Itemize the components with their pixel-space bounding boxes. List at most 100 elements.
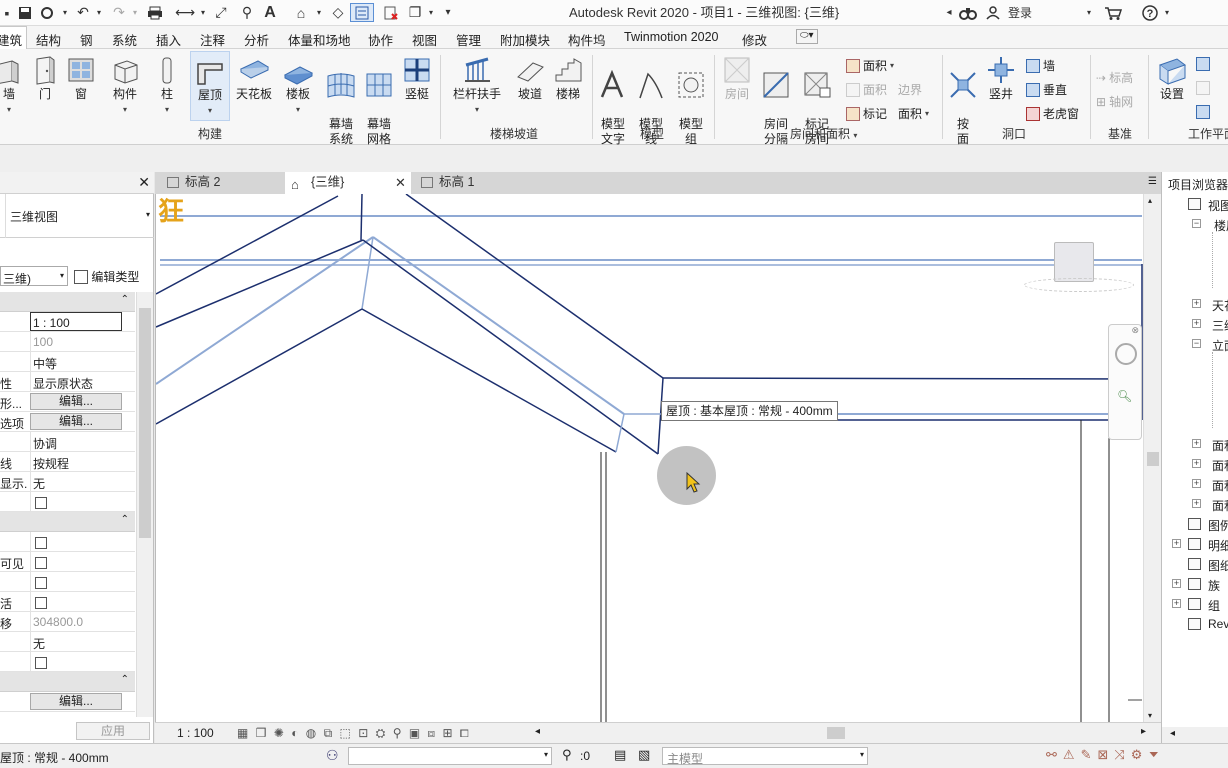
railing-dropdown-icon[interactable]: ▾	[450, 102, 504, 117]
browser-tree-item[interactable]: 天花	[1212, 297, 1228, 314]
steering-wheel-icon[interactable]	[1115, 343, 1137, 365]
browser-tree-item[interactable]: 立面	[1212, 337, 1228, 354]
view-scale[interactable]: 1 : 100	[177, 726, 214, 740]
help-dropdown-icon[interactable]: ▾	[1162, 3, 1172, 22]
ref-plane-button[interactable]	[1196, 81, 1210, 95]
constraints-icon[interactable]: ⧠	[460, 726, 471, 740]
edit-button[interactable]: 编辑...	[30, 413, 122, 430]
tab-component-dock[interactable]: 构件坞	[568, 30, 606, 49]
tab-addins[interactable]: 附加模块	[500, 30, 550, 49]
tab-annotate[interactable]: 注释	[200, 30, 225, 49]
measure-icon[interactable]: ⟷	[175, 3, 195, 22]
tab-collaborate[interactable]: 协作	[368, 30, 393, 49]
model-geometry[interactable]	[156, 194, 1162, 722]
property-row[interactable]: 移 304800.0	[0, 612, 135, 632]
expand-icon[interactable]: +	[1172, 539, 1181, 548]
shaft-button[interactable]: 竖井	[984, 55, 1018, 102]
sun-path-icon[interactable]: ✺	[274, 726, 286, 740]
property-row[interactable]: 中等	[0, 352, 135, 372]
column-button[interactable]: 柱 ▾	[154, 55, 180, 117]
property-row[interactable]	[0, 492, 135, 512]
wall-button[interactable]: 墙 ▾	[0, 55, 24, 117]
browser-tree-item[interactable]: Rev	[1208, 617, 1228, 631]
floor-button[interactable]: 楼板 ▾	[282, 55, 314, 117]
detail-level-icon[interactable]: ▦	[237, 726, 250, 740]
drawing-area[interactable]: 狂 🔍︎ ⊗ 屋顶 : 基本屋顶 : 常规 - 400mm ▴ ▾	[155, 194, 1161, 722]
tag-area-button[interactable]: 标记 面积 ▾	[846, 105, 929, 122]
viewer-button[interactable]	[1196, 105, 1210, 119]
visual-style-icon[interactable]: ❒	[256, 726, 269, 740]
property-checkbox[interactable]	[35, 597, 47, 609]
navbar-close-icon[interactable]: ⊗	[1131, 325, 1139, 336]
instance-selector[interactable]: 三维) ▾	[0, 266, 68, 286]
sync-icon[interactable]	[38, 3, 56, 22]
reveal-hidden-icon[interactable]: ⚲	[393, 726, 404, 740]
property-row[interactable]: 无	[0, 632, 135, 652]
curtain-grid-button[interactable]: 幕墙 网格	[362, 55, 396, 147]
area-dropdown-icon[interactable]: ▾	[890, 61, 894, 70]
curtain-system-button[interactable]: 幕墙 系统	[324, 55, 358, 147]
area-boundary-button[interactable]: 面积 边界	[846, 81, 922, 98]
property-group-extents[interactable]: ⌃	[0, 512, 135, 532]
browser-tree-item[interactable]: 面积	[1212, 437, 1228, 454]
drag-elements-icon[interactable]: ⤨	[1114, 747, 1130, 762]
ramp-button[interactable]: 坡道	[514, 55, 546, 102]
railing-button[interactable]: 栏杆扶手 ▾	[450, 55, 504, 117]
mullion-button[interactable]: 竖梃	[400, 55, 434, 102]
edit-button[interactable]: 编辑...	[30, 693, 122, 710]
type-selector[interactable]: 三维视图 ▾	[0, 194, 154, 238]
scrollbar-thumb[interactable]	[827, 727, 845, 739]
select-underlay-icon[interactable]: ⚠	[1063, 747, 1081, 762]
select-pinned-icon[interactable]: ✎	[1081, 747, 1098, 762]
scroll-right-icon[interactable]: ▸	[1141, 726, 1146, 737]
property-row[interactable]: 协调	[0, 432, 135, 452]
panel-room-dropdown-icon[interactable]: ▾	[853, 131, 857, 140]
properties-scrollbar[interactable]	[136, 292, 153, 717]
scroll-left-icon[interactable]: ◂	[1170, 728, 1175, 739]
door-button[interactable]: 门	[30, 55, 60, 102]
expand-icon[interactable]: +	[1172, 579, 1181, 588]
area-button[interactable]: 面积 ▾	[846, 57, 894, 74]
workset-dropdown-icon[interactable]: ▾	[544, 750, 548, 759]
expand-icon[interactable]: +	[1172, 599, 1181, 608]
stair-button[interactable]: 楼梯	[552, 55, 584, 102]
tab-steel[interactable]: 钢	[80, 30, 93, 49]
browser-tree-item[interactable]: 视图	[1208, 197, 1228, 214]
property-row[interactable]	[0, 532, 135, 552]
collapse-icon[interactable]: −	[1192, 219, 1201, 228]
sync-dropdown-icon[interactable]: ▾	[60, 3, 70, 22]
temporary-hide-icon[interactable]: ⛭	[376, 726, 388, 740]
help-icon[interactable]: ?	[1140, 3, 1160, 22]
filter-icon[interactable]: ⏷	[1148, 747, 1164, 762]
scroll-down-icon[interactable]: ▾	[1148, 711, 1152, 720]
close-hidden-windows-icon[interactable]	[382, 3, 400, 22]
browser-tree-item[interactable]: 面积	[1212, 457, 1228, 474]
workset-selector[interactable]: ▾	[348, 747, 552, 765]
tab-level-1[interactable]: 标高 1	[413, 172, 543, 194]
default-3d-view-icon[interactable]: ⌂	[292, 3, 310, 22]
property-row[interactable]: 显示...无	[0, 472, 135, 492]
show-crop-icon[interactable]: ⬚	[340, 726, 353, 740]
type-selector-dropdown-icon[interactable]: ▾	[146, 210, 150, 219]
scroll-left-icon[interactable]: ◂	[535, 726, 540, 737]
browser-scrollbar[interactable]: ◂	[1162, 727, 1228, 743]
zoom-region-icon[interactable]: 🔍︎	[1117, 389, 1133, 405]
redo-icon[interactable]: ↷	[110, 3, 128, 22]
ribbon-minimize-icon[interactable]: ⬭▾	[796, 29, 818, 44]
viewcube-face[interactable]	[1054, 242, 1094, 282]
scrollbar-thumb[interactable]	[1147, 452, 1159, 466]
tab-massing-site[interactable]: 体量和场地	[288, 30, 351, 49]
render-icon[interactable]: ◍	[306, 726, 318, 740]
property-checkbox[interactable]	[35, 497, 47, 509]
tab-systems[interactable]: 系统	[112, 30, 137, 49]
worksharing-icon[interactable]: ⧈	[428, 726, 438, 740]
horizontal-scrollbar[interactable]	[545, 727, 1135, 739]
scrollbar-thumb[interactable]	[139, 308, 151, 538]
property-row[interactable]	[0, 572, 135, 592]
property-row[interactable]: 性 显示原状态	[0, 372, 135, 392]
model-text-button[interactable]: 模型 文字	[596, 55, 630, 147]
browser-tree-item[interactable]: 图例	[1208, 517, 1228, 534]
expand-icon[interactable]: +	[1192, 319, 1201, 328]
select-by-face-icon[interactable]: ⊠	[1097, 747, 1114, 762]
aligned-dimension-icon[interactable]: ⤢	[212, 3, 230, 22]
